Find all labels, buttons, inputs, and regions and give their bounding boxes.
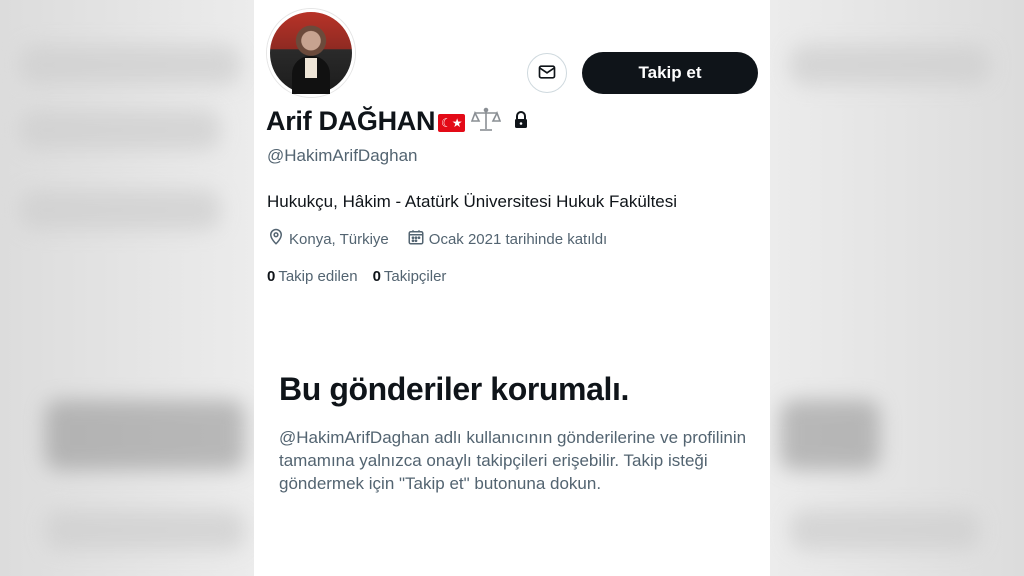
joined-item: Ocak 2021 tarihinde katıldı	[407, 228, 607, 250]
bio: Hukukçu, Hâkim - Atatürk Üniversitesi Hu…	[267, 192, 678, 211]
message-button[interactable]	[527, 53, 567, 93]
name-row: Arif DAĞHAN ☾★	[266, 104, 529, 138]
blurred-shape	[45, 510, 245, 550]
handle: @HakimArifDaghan	[267, 146, 418, 165]
followers-link[interactable]: 0 Takipçiler	[373, 268, 447, 285]
blurred-shape	[20, 110, 220, 150]
location-pin-icon	[267, 228, 289, 250]
display-name: Arif DAĞHAN	[266, 105, 436, 136]
avatar[interactable]	[267, 9, 355, 97]
joined-text: Ocak 2021 tarihinde katıldı	[428, 230, 608, 248]
profile-meta: Konya, Türkiye Ocak 2021 tarihinde katıl…	[267, 228, 625, 250]
protected-title: Bu gönderiler korumalı.	[279, 371, 629, 407]
avatar-collar	[305, 58, 317, 78]
location-item: Konya, Türkiye	[267, 228, 389, 250]
followers-count: 0	[372, 268, 381, 285]
profile-card: Takip et Arif DAĞHAN ☾★ @HakimArifDaghan…	[254, 0, 770, 576]
blurred-shape	[20, 45, 240, 85]
blurred-shape	[45, 400, 245, 470]
blurred-shape	[790, 45, 990, 85]
protected-description: @HakimArifDaghan adlı kullanıcının gönde…	[279, 428, 747, 493]
follow-counts: 0 Takip edilen 0 Takipçiler	[267, 268, 461, 285]
location-text: Konya, Türkiye	[289, 230, 389, 248]
scales-icon	[471, 107, 502, 138]
following-label: Takip edilen	[278, 268, 358, 285]
calendar-icon	[407, 228, 429, 250]
following-link[interactable]: 0 Takip edilen	[267, 268, 358, 285]
blurred-shape	[20, 190, 220, 230]
blurred-shape	[790, 510, 980, 550]
turkey-flag-icon: ☾★	[438, 114, 466, 132]
following-count: 0	[267, 268, 276, 285]
lock-icon	[513, 111, 529, 134]
follow-button[interactable]: Takip et	[582, 52, 758, 94]
blurred-shape	[780, 400, 880, 470]
envelope-icon	[537, 62, 557, 85]
followers-label: Takipçiler	[383, 268, 447, 285]
